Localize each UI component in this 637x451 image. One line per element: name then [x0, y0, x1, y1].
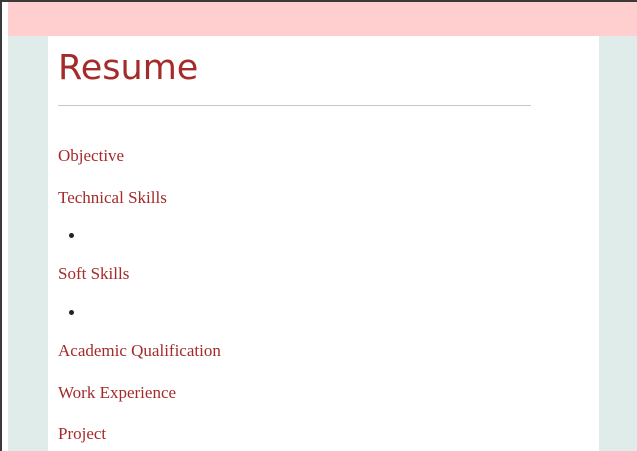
- top-banner: [8, 2, 637, 36]
- section-heading-project: Project: [58, 424, 107, 443]
- list-item-bullet: [69, 233, 74, 238]
- section-heading-work-experience: Work Experience: [58, 383, 177, 402]
- resume-card: Resume Objective Technical Skills Soft S…: [48, 36, 599, 451]
- section-heading-objective: Objective: [58, 146, 125, 165]
- list-item-bullet: [69, 310, 74, 315]
- page-title: Resume: [58, 48, 199, 88]
- section-heading-soft-skills: Soft Skills: [58, 264, 130, 283]
- section-heading-academic-qualification: Academic Qualification: [58, 341, 221, 360]
- browser-viewport: Resume Objective Technical Skills Soft S…: [0, 0, 637, 451]
- title-divider: [58, 105, 531, 106]
- section-heading-technical-skills: Technical Skills: [58, 188, 167, 207]
